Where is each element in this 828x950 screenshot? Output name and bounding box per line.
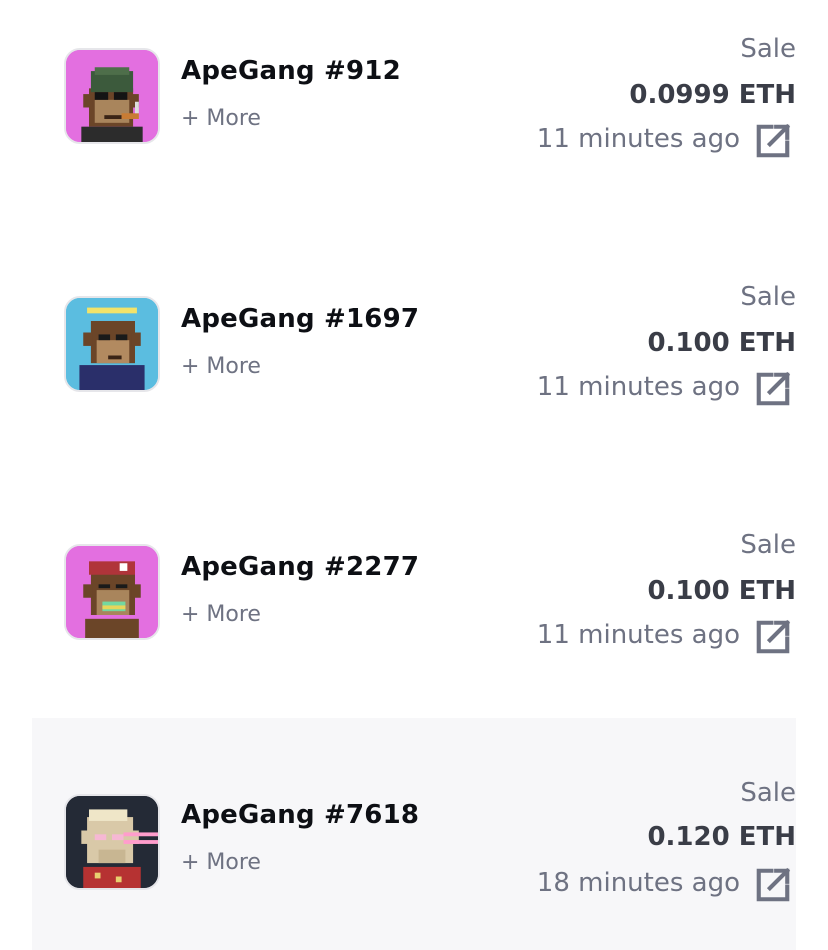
external-link-icon[interactable] [754,370,792,408]
external-link-icon[interactable] [754,866,792,904]
nft-name[interactable]: ApeGang #912 [181,56,401,86]
event-time: 18 minutes ago [536,868,740,898]
sale-price: 0.0999 ETH [629,80,796,110]
sale-price: 0.120 ETH [647,822,796,852]
more-link[interactable]: + More [181,602,261,627]
event-type: Sale [740,282,796,312]
external-link-icon[interactable] [754,122,792,160]
nft-name[interactable]: ApeGang #1697 [181,304,419,334]
ape-avatar-icon [66,298,158,390]
nft-thumbnail[interactable] [64,544,160,640]
event-type: Sale [740,778,796,808]
sale-price: 0.100 ETH [647,328,796,358]
nft-thumbnail[interactable] [64,296,160,392]
activity-row[interactable]: ApeGang #1697 + More Sale 0.100 ETH 11 m… [32,248,796,480]
more-link[interactable]: + More [181,106,261,131]
event-time: 11 minutes ago [536,372,740,402]
activity-row[interactable]: ApeGang #7618 + More Sale 0.120 ETH 18 m… [32,718,796,950]
nft-name[interactable]: ApeGang #2277 [181,552,419,582]
activity-row[interactable]: ApeGang #2277 + More Sale 0.100 ETH 11 m… [32,496,796,728]
nft-thumbnail[interactable] [64,794,160,890]
nft-name[interactable]: ApeGang #7618 [181,800,419,830]
activity-list: ApeGang #912 + More Sale 0.0999 ETH 11 m… [32,0,796,950]
ape-avatar-icon [66,50,158,142]
event-time: 11 minutes ago [536,620,740,650]
ape-avatar-icon [66,546,158,638]
activity-row[interactable]: ApeGang #912 + More Sale 0.0999 ETH 11 m… [32,0,796,232]
event-time: 11 minutes ago [536,124,740,154]
ape-avatar-icon [66,796,158,888]
more-link[interactable]: + More [181,850,261,875]
sale-price: 0.100 ETH [647,576,796,606]
event-type: Sale [740,34,796,64]
external-link-icon[interactable] [754,618,792,656]
event-type: Sale [740,530,796,560]
more-link[interactable]: + More [181,354,261,379]
nft-thumbnail[interactable] [64,48,160,144]
